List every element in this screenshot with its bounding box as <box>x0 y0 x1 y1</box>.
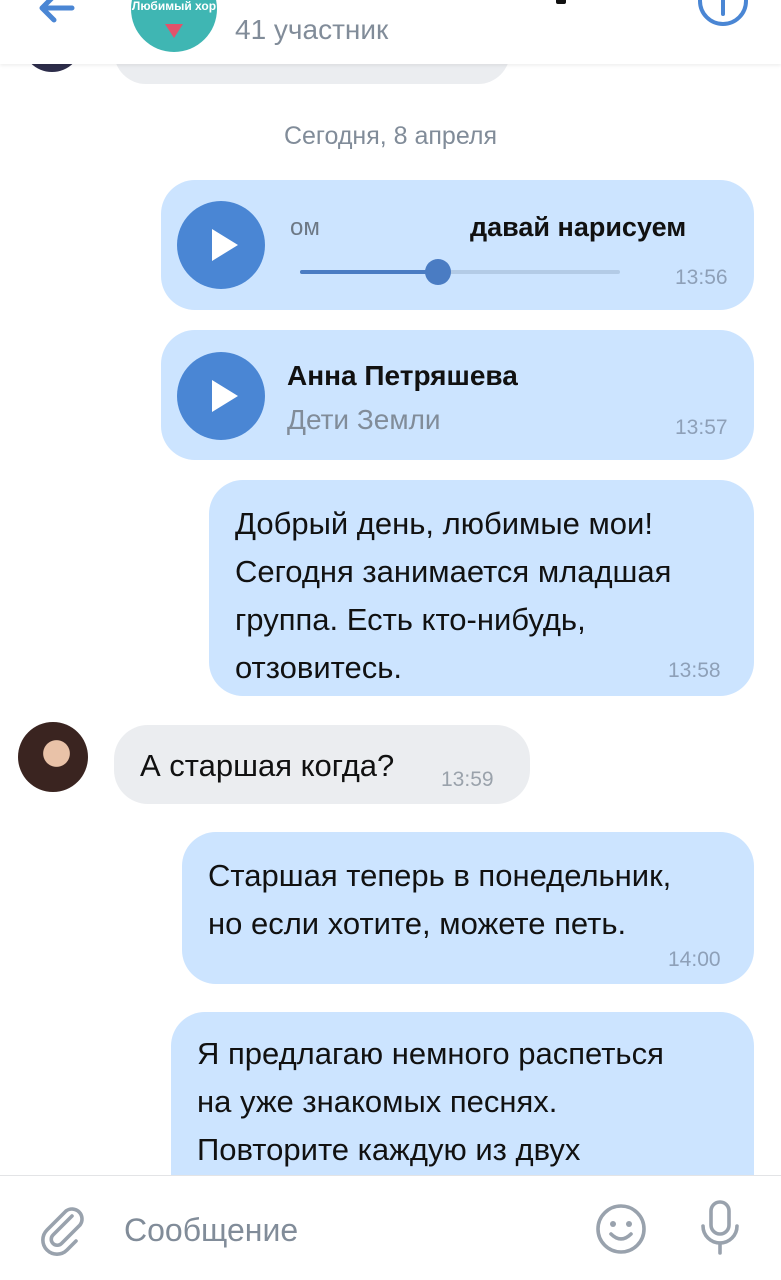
avatar[interactable] <box>18 722 88 792</box>
message-text: А старшая когда? <box>140 748 395 783</box>
message-time: 13:58 <box>668 659 721 682</box>
smile-icon <box>596 1204 646 1254</box>
message-time: 13:57 <box>675 416 728 439</box>
seek-bar-progress <box>300 270 438 274</box>
chat-header: Любимый хор 41 участник <box>0 0 781 64</box>
track-marquee: ом давай нарисуем <box>290 212 710 248</box>
audio-title: Дети Земли <box>287 404 441 435</box>
message-time: 13:59 <box>441 768 494 791</box>
message-text: Я предлагаю немного распеться на уже зна… <box>197 1036 664 1167</box>
arrow-left-icon <box>39 0 75 23</box>
chat-screen: Любимый хор 41 участник Сегодня, 8 апрел… <box>0 0 781 1280</box>
chat-members-count[interactable]: 41 участник <box>235 14 388 46</box>
message-time: 14:00 <box>668 948 721 971</box>
date-separator: Сегодня, 8 апреля <box>283 122 498 150</box>
message-input[interactable] <box>124 1206 564 1254</box>
info-icon <box>698 0 748 26</box>
message-text: Старшая теперь в понедельник, но если хо… <box>208 858 672 941</box>
heart-icon <box>165 24 183 38</box>
audio-artist: Анна Петряшева <box>287 360 518 391</box>
track-title: давай нарисуем <box>470 212 687 242</box>
voice-record-button[interactable] <box>694 1198 746 1258</box>
microphone-icon <box>701 1200 739 1255</box>
chat-title-fragment <box>556 0 566 4</box>
track-text-left: ом <box>290 214 320 241</box>
paperclip-icon <box>41 1207 84 1256</box>
message-composer <box>0 1175 781 1280</box>
back-button[interactable] <box>28 0 88 38</box>
chat-avatar[interactable]: Любимый хор <box>131 0 217 52</box>
message-time: 13:56 <box>675 266 728 289</box>
chat-avatar-logo-text: Любимый хор <box>131 0 217 13</box>
message-text: Добрый день, любимые мои! Сегодня занима… <box>235 506 672 685</box>
info-button[interactable] <box>696 0 750 28</box>
attach-button[interactable] <box>36 1202 90 1256</box>
play-button[interactable] <box>177 352 265 440</box>
seek-bar-handle[interactable] <box>424 259 451 285</box>
play-button[interactable] <box>177 201 265 289</box>
emoji-button[interactable] <box>594 1202 648 1256</box>
